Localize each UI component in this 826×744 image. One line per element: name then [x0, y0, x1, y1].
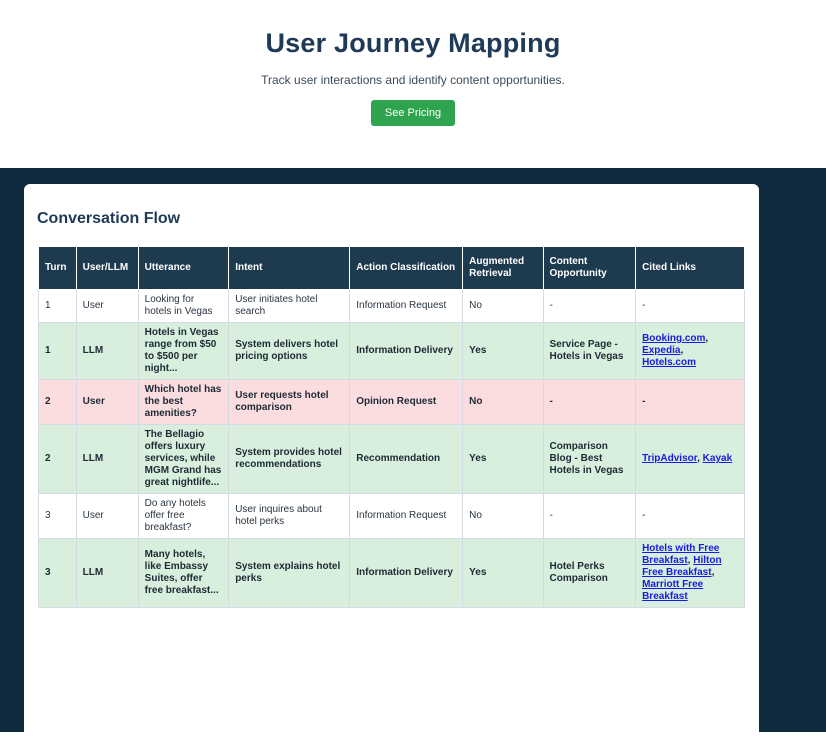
- cell-cited-links: -: [635, 379, 745, 425]
- cell-user-llm: User: [75, 493, 139, 539]
- cell-intent: User initiates hotel search: [228, 289, 351, 323]
- cell-intent: System provides hotel recommendations: [228, 424, 351, 494]
- cell-user-llm: LLM: [75, 322, 139, 380]
- cell-augmented-retrieval: No: [462, 289, 544, 323]
- cell-turn: 2: [38, 379, 77, 425]
- link-separator: ,: [680, 345, 684, 356]
- cell-cited-links: Booking.com, Expedia, Hotels.com: [635, 322, 745, 380]
- cell-utterance: The Bellagio offers luxury services, whi…: [137, 424, 230, 494]
- cited-link[interactable]: TripAdvisor: [642, 453, 697, 464]
- cell-action-classification: Information Request: [349, 493, 464, 539]
- link-separator: ,: [711, 567, 715, 578]
- cell-augmented-retrieval: No: [462, 493, 544, 539]
- cell-cited-links: -: [635, 289, 745, 323]
- cell-content-opportunity: -: [542, 379, 637, 425]
- hero-section: User Journey Mapping Track user interact…: [0, 0, 826, 168]
- cell-user-llm: LLM: [75, 424, 139, 494]
- cell-utterance: Do any hotels offer free breakfast?: [137, 493, 230, 539]
- header-turn: Turn: [38, 246, 77, 290]
- cited-link[interactable]: Hotels.com: [642, 357, 696, 368]
- cell-content-opportunity: Comparison Blog - Best Hotels in Vegas: [542, 424, 637, 494]
- cell-utterance: Which hotel has the best amenities?: [137, 379, 230, 425]
- table-row: 2 User Which hotel has the best amenities?…: [38, 379, 745, 425]
- cell-turn: 3: [38, 538, 77, 608]
- header-action-classification: Action Classification: [349, 246, 464, 290]
- see-pricing-button[interactable]: See Pricing: [370, 100, 456, 126]
- empty-links: -: [642, 510, 646, 521]
- cell-cited-links: -: [635, 493, 745, 539]
- cell-content-opportunity: -: [542, 493, 637, 539]
- cited-link[interactable]: Expedia: [642, 345, 680, 356]
- table-row: 3 LLM Many hotels, like Embassy Suites, of…: [38, 538, 745, 608]
- cell-user-llm: User: [75, 379, 139, 425]
- table-header-row: Turn User/LLM Utterance Intent Action Cl…: [38, 246, 745, 290]
- table-row: 2 LLM The Bellagio offers luxury services,…: [38, 424, 745, 494]
- cell-intent: User requests hotel comparison: [228, 379, 351, 425]
- cell-action-classification: Recommendation: [349, 424, 464, 494]
- table-row: 1 LLM Hotels in Vegas range from $50 to $5…: [38, 322, 745, 380]
- cell-action-classification: Information Request: [349, 289, 464, 323]
- link-separator: ,: [705, 333, 709, 344]
- cell-utterance: Many hotels, like Embassy Suites, offer …: [137, 538, 230, 608]
- cell-cited-links: Hotels with Free Breakfast, Hilton Free …: [635, 538, 745, 608]
- cell-content-opportunity: Hotel Perks Comparison: [542, 538, 637, 608]
- cell-turn: 2: [38, 424, 77, 494]
- cell-content-opportunity: -: [542, 289, 637, 323]
- cited-link[interactable]: Booking.com: [642, 333, 705, 344]
- cell-action-classification: Information Delivery: [349, 322, 464, 380]
- cell-cited-links: TripAdvisor, Kayak: [635, 424, 745, 494]
- cell-user-llm: User: [75, 289, 139, 323]
- header-user-llm: User/LLM: [75, 246, 139, 290]
- table-row: 3 User Do any hotels offer free breakfast?…: [38, 493, 745, 539]
- cell-content-opportunity: Service Page - Hotels in Vegas: [542, 322, 637, 380]
- cell-user-llm: LLM: [75, 538, 139, 608]
- cell-augmented-retrieval: Yes: [462, 322, 544, 380]
- cell-turn: 3: [38, 493, 77, 539]
- empty-links: -: [642, 396, 646, 407]
- cell-turn: 1: [38, 289, 77, 323]
- cell-turn: 1: [38, 322, 77, 380]
- table-row: 1 User Looking for hotels in Vegas User ini…: [38, 289, 745, 323]
- cited-link[interactable]: Marriott Free Breakfast: [642, 579, 703, 602]
- page-subtitle: Track user interactions and identify con…: [261, 73, 565, 87]
- conversation-flow-card: Conversation Flow Turn User/LLM Utteranc…: [24, 184, 759, 744]
- conversation-table: Turn User/LLM Utterance Intent Action Cl…: [38, 246, 745, 608]
- cell-action-classification: Opinion Request: [349, 379, 464, 425]
- section-title: Conversation Flow: [37, 210, 181, 227]
- cell-augmented-retrieval: Yes: [462, 538, 544, 608]
- cited-link[interactable]: Kayak: [703, 453, 732, 464]
- cell-intent: System delivers hotel pricing options: [228, 322, 351, 380]
- cell-utterance: Looking for hotels in Vegas: [137, 289, 230, 323]
- empty-links: -: [642, 300, 646, 311]
- cell-intent: System explains hotel perks: [228, 538, 351, 608]
- header-content-opportunity: Content Opportunity: [542, 246, 637, 290]
- header-cited-links: Cited Links: [635, 246, 745, 290]
- header-augmented-retrieval: Augmented Retrieval: [462, 246, 544, 290]
- cell-augmented-retrieval: No: [462, 379, 544, 425]
- header-utterance: Utterance: [137, 246, 230, 290]
- header-intent: Intent: [228, 246, 351, 290]
- cell-intent: User inquires about hotel perks: [228, 493, 351, 539]
- cell-utterance: Hotels in Vegas range from $50 to $500 p…: [137, 322, 230, 380]
- cell-augmented-retrieval: Yes: [462, 424, 544, 494]
- cell-action-classification: Information Delivery: [349, 538, 464, 608]
- page-title: User Journey Mapping: [265, 28, 561, 58]
